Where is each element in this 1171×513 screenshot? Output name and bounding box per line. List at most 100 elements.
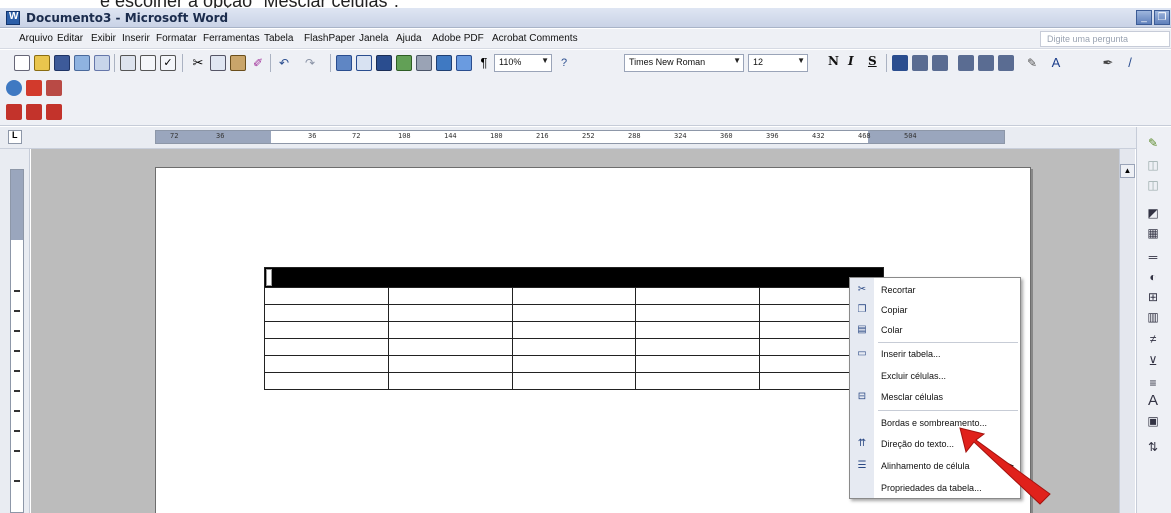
table-cell[interactable] [264, 267, 884, 288]
insert-table-side-icon[interactable]: ▦ [1145, 225, 1161, 241]
hyperlink-icon[interactable] [336, 55, 352, 71]
line-weight-icon[interactable]: ═ [1145, 249, 1161, 265]
format-painter-icon[interactable]: ✐ [250, 55, 266, 71]
font-select[interactable]: Times New Roman ▼ [624, 54, 744, 72]
minimize-button[interactable]: _ [1136, 10, 1152, 25]
zoom-select[interactable]: 110% ▼ [494, 54, 552, 72]
redo-icon[interactable]: ↷ [302, 55, 318, 71]
align-icon[interactable]: ≠ [1145, 331, 1161, 347]
align-center-icon[interactable] [912, 55, 928, 71]
table-row[interactable] [264, 304, 884, 322]
insert-excel-icon[interactable] [396, 55, 412, 71]
ruler-tick: 36 [308, 132, 317, 140]
open-folder-icon[interactable] [34, 55, 50, 71]
menu-acrobat-comments[interactable]: Acrobat Comments [492, 33, 578, 44]
ruler-tick: 432 [812, 132, 825, 140]
ruler-tick: 288 [628, 132, 641, 140]
menu-item-recortar[interactable]: ✂ Recortar [850, 281, 1020, 301]
help-icon[interactable]: ? [556, 55, 572, 71]
numbering-icon[interactable] [958, 55, 974, 71]
pdf-email-icon[interactable] [26, 104, 42, 120]
scroll-up-button[interactable]: ▲ [1120, 164, 1135, 178]
menu-ferramentas[interactable]: Ferramentas [203, 33, 260, 44]
drawing-icon[interactable] [436, 55, 452, 71]
columns-icon[interactable] [416, 55, 432, 71]
table-row[interactable] [264, 338, 884, 356]
merge-cells-icon: ⊟ [857, 391, 867, 402]
help-question-input[interactable]: Digite uma pergunta [1040, 31, 1170, 47]
pen-icon[interactable]: ✒ [1100, 55, 1116, 71]
distribute-rows-icon[interactable]: ⊻ [1145, 353, 1161, 369]
draw-table-icon[interactable]: ✎ [1145, 135, 1161, 151]
menu-janela[interactable]: Janela [359, 33, 388, 44]
tables-borders-icon[interactable] [356, 55, 372, 71]
menu-inserir[interactable]: Inserir [122, 33, 150, 44]
menu-adobe-pdf[interactable]: Adobe PDF [432, 33, 484, 44]
pencil-icon[interactable]: / [1122, 55, 1138, 71]
split-cells-icon[interactable]: ▥ [1145, 309, 1161, 325]
menu-item-excluir-celulas[interactable]: Excluir células... [850, 367, 1020, 387]
indent-icon[interactable] [998, 55, 1014, 71]
menu-flashpaper[interactable]: FlashPaper [304, 33, 355, 44]
copy-icon[interactable] [210, 55, 226, 71]
vertical-scrollbar[interactable]: ▲ [1119, 149, 1135, 513]
shading-color-icon[interactable]: ◐ [1145, 269, 1161, 285]
distribute-columns-icon[interactable]: ≡ [1145, 375, 1161, 391]
new-document-icon[interactable] [14, 55, 30, 71]
menu-arquivo[interactable]: Arquivo [19, 33, 53, 44]
pdf-review-icon[interactable] [46, 104, 62, 120]
menu-formatar[interactable]: Formatar [156, 33, 197, 44]
vertical-ruler[interactable] [10, 169, 24, 513]
eraser-icon[interactable]: ◫ [1145, 157, 1161, 173]
spelling-icon[interactable]: ✓ [160, 55, 176, 71]
insert-table-icon[interactable] [376, 55, 392, 71]
menu-editar[interactable]: Editar [57, 33, 83, 44]
menu-item-inserir-tabela[interactable]: ▭ Inserir tabela... [850, 345, 1020, 365]
tab-selector-button[interactable] [8, 130, 22, 144]
table-row[interactable] [264, 321, 884, 339]
print-preview-icon[interactable] [140, 55, 156, 71]
table-row[interactable] [264, 372, 884, 390]
table-row[interactable] [264, 287, 884, 305]
bullets-icon[interactable] [978, 55, 994, 71]
italic-button[interactable]: I [848, 54, 854, 68]
merge-cells-side-icon[interactable]: ⊞ [1145, 289, 1161, 305]
align-right-icon[interactable] [932, 55, 948, 71]
print-icon[interactable] [120, 55, 136, 71]
align-left-icon[interactable] [892, 55, 908, 71]
menu-tabela[interactable]: Tabela [264, 33, 293, 44]
horizontal-ruler[interactable]: 72 36 36 72 108 144 180 216 252 288 324 … [155, 130, 1005, 144]
table-row-selected[interactable] [264, 267, 884, 288]
font-size-select[interactable]: 12 ▼ [748, 54, 808, 72]
bold-button[interactable]: N [828, 54, 839, 68]
document-map-icon[interactable] [456, 55, 472, 71]
line-style-icon[interactable]: ◫ [1145, 177, 1161, 193]
underline-button[interactable]: S [868, 54, 877, 68]
table-autoformat-icon[interactable]: ▣ [1145, 413, 1161, 429]
text-direction-side-icon[interactable]: A [1145, 393, 1161, 409]
pdf-convert-icon[interactable] [6, 104, 22, 120]
font-color-icon[interactable]: A [1048, 55, 1064, 71]
menu-exibir[interactable]: Exibir [91, 33, 116, 44]
webex-icon[interactable] [6, 80, 22, 96]
cut-icon[interactable]: ✂ [190, 55, 206, 71]
flashpaper-icon[interactable] [26, 80, 42, 96]
menu-item-copiar[interactable]: ❐ Copiar [850, 301, 1020, 321]
permission-icon[interactable] [74, 55, 90, 71]
ruler-tick: 72 [352, 132, 361, 140]
sort-icon[interactable]: ⇅ [1145, 439, 1161, 455]
show-hide-icon[interactable]: ¶ [476, 55, 492, 71]
menu-ajuda[interactable]: Ajuda [396, 33, 422, 44]
border-color-icon[interactable]: ◩ [1145, 205, 1161, 221]
menu-item-mesclar-celulas[interactable]: ⊟ Mesclar células [850, 388, 1020, 408]
restore-button[interactable]: ❐ [1154, 10, 1170, 25]
email-icon[interactable] [94, 55, 110, 71]
table-row[interactable] [264, 355, 884, 373]
menu-item-colar[interactable]: ▤ Colar [850, 321, 1020, 341]
convert-icon[interactable] [46, 80, 62, 96]
document-table[interactable] [264, 267, 884, 390]
paste-icon[interactable] [230, 55, 246, 71]
undo-icon[interactable]: ↶ [276, 55, 292, 71]
highlight-icon[interactable]: ✎ [1024, 55, 1040, 71]
save-icon[interactable] [54, 55, 70, 71]
